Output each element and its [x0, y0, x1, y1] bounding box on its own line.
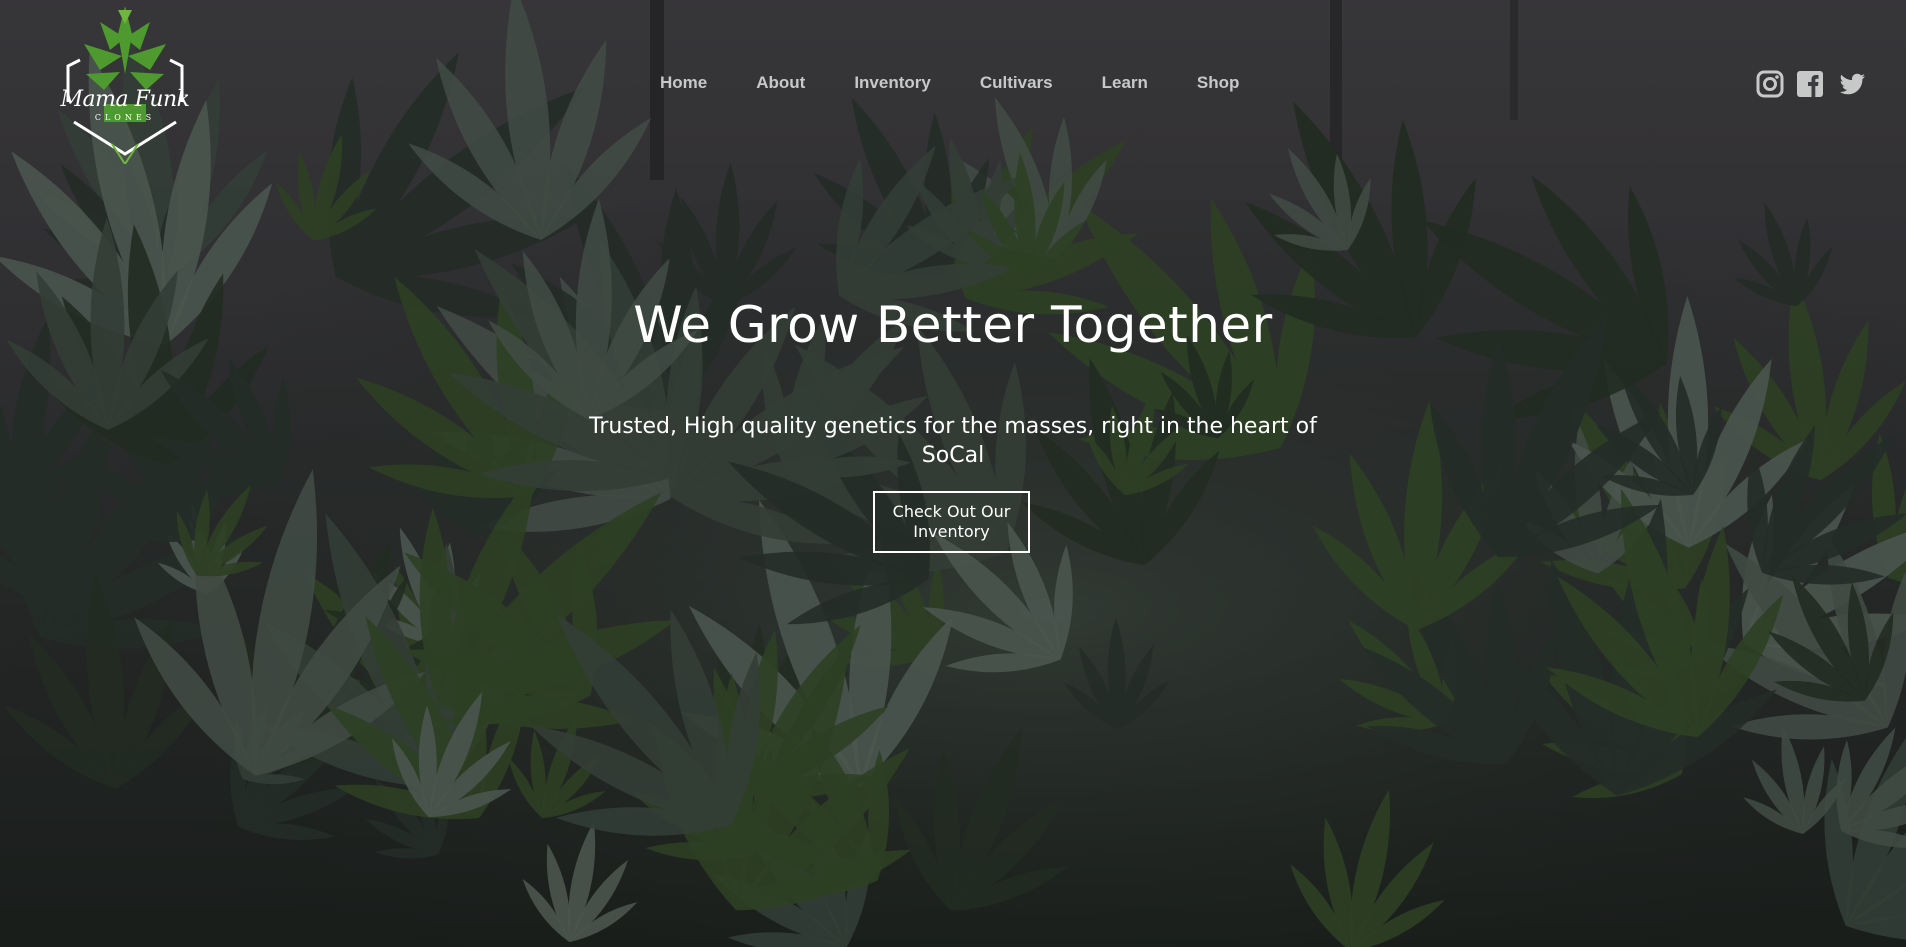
nav-item-learn[interactable]: Learn — [1102, 73, 1148, 97]
hero-section — [0, 0, 1906, 947]
nav-item-about[interactable]: About — [756, 73, 805, 97]
main-navigation: Home About Inventory Cultivars Learn Sho… — [660, 73, 1288, 97]
hero-title: We Grow Better Together — [633, 296, 1273, 354]
brand-logo[interactable]: Mama Funk CLONES — [60, 4, 190, 164]
hero-overlay — [0, 0, 1906, 947]
nav-item-cultivars[interactable]: Cultivars — [980, 73, 1053, 97]
social-links — [1744, 70, 1868, 100]
inventory-cta-button[interactable]: Check Out Our Inventory — [873, 491, 1030, 553]
brand-name: Mama Funk — [60, 87, 190, 112]
cannabis-plant-icon — [66, 6, 184, 164]
twitter-icon[interactable] — [1836, 70, 1868, 98]
nav-item-home[interactable]: Home — [660, 73, 707, 97]
nav-item-shop[interactable]: Shop — [1197, 73, 1240, 97]
facebook-icon[interactable] — [1796, 70, 1824, 98]
nav-item-inventory[interactable]: Inventory — [854, 73, 931, 97]
brand-subtitle: CLONES — [94, 113, 156, 122]
hero-subtitle: Trusted, High quality genetics for the m… — [589, 414, 1317, 468]
instagram-icon[interactable] — [1756, 70, 1784, 98]
